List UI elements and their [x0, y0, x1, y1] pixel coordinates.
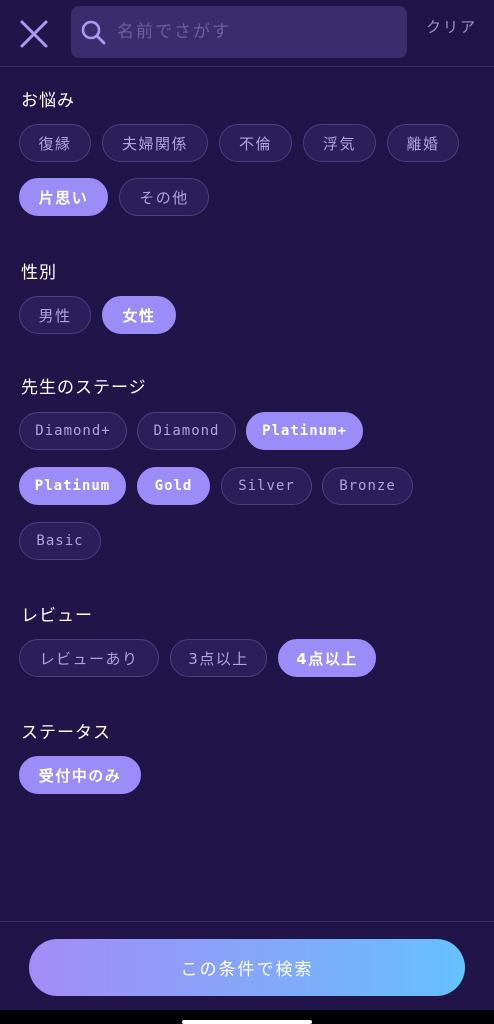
search-icon — [81, 20, 106, 45]
search-box[interactable] — [71, 6, 407, 58]
chip-stage-silver[interactable]: Silver — [221, 467, 312, 505]
section-title-review: レビュー — [21, 606, 93, 626]
close-button[interactable] — [14, 14, 54, 54]
chip-concern-marriage[interactable]: 夫婦関係 — [102, 124, 208, 162]
chip-status-accepting-only[interactable]: 受付中のみ — [19, 756, 141, 794]
filter-screen: クリア お悩み 復縁 夫婦関係 不倫 浮気 離婚 片思い その他 性別 男性 女… — [0, 0, 494, 1024]
section-title-stage: 先生のステージ — [21, 378, 147, 398]
footer: この条件で検索 — [0, 921, 494, 1024]
chip-gender-female[interactable]: 女性 — [102, 296, 176, 334]
chip-gender-male[interactable]: 男性 — [19, 296, 91, 334]
chip-stage-basic[interactable]: Basic — [19, 522, 101, 560]
search-input[interactable] — [117, 16, 397, 48]
chip-stage-platinum[interactable]: Platinum — [19, 467, 126, 505]
chip-review-has-reviews[interactable]: レビューあり — [19, 639, 159, 677]
close-icon — [20, 20, 48, 48]
chip-stage-gold[interactable]: Gold — [137, 467, 210, 505]
chip-concern-divorce[interactable]: 離婚 — [387, 124, 459, 162]
chip-concern-affair[interactable]: 不倫 — [219, 124, 292, 162]
chip-review-4-plus[interactable]: 4点以上 — [278, 639, 376, 677]
search-submit-button[interactable]: この条件で検索 — [29, 939, 465, 996]
chip-concern-other[interactable]: その他 — [119, 178, 209, 216]
home-indicator[interactable] — [182, 1020, 312, 1024]
chip-stage-diamond-plus[interactable]: Diamond+ — [19, 412, 127, 450]
section-title-concerns: お悩み — [21, 91, 75, 111]
chip-stage-bronze[interactable]: Bronze — [322, 467, 413, 505]
clear-button[interactable]: クリア — [426, 16, 477, 37]
section-title-status: ステータス — [21, 723, 111, 743]
chip-concern-unrequited-love[interactable]: 片思い — [19, 178, 108, 216]
header: クリア — [0, 0, 494, 67]
chip-review-3-plus[interactable]: 3点以上 — [170, 639, 267, 677]
chip-stage-platinum-plus[interactable]: Platinum+ — [246, 412, 363, 450]
section-title-gender: 性別 — [21, 263, 57, 283]
chip-concern-cheating[interactable]: 浮気 — [303, 124, 376, 162]
chip-concern-reunion[interactable]: 復縁 — [19, 124, 91, 162]
chip-stage-diamond[interactable]: Diamond — [137, 412, 236, 450]
